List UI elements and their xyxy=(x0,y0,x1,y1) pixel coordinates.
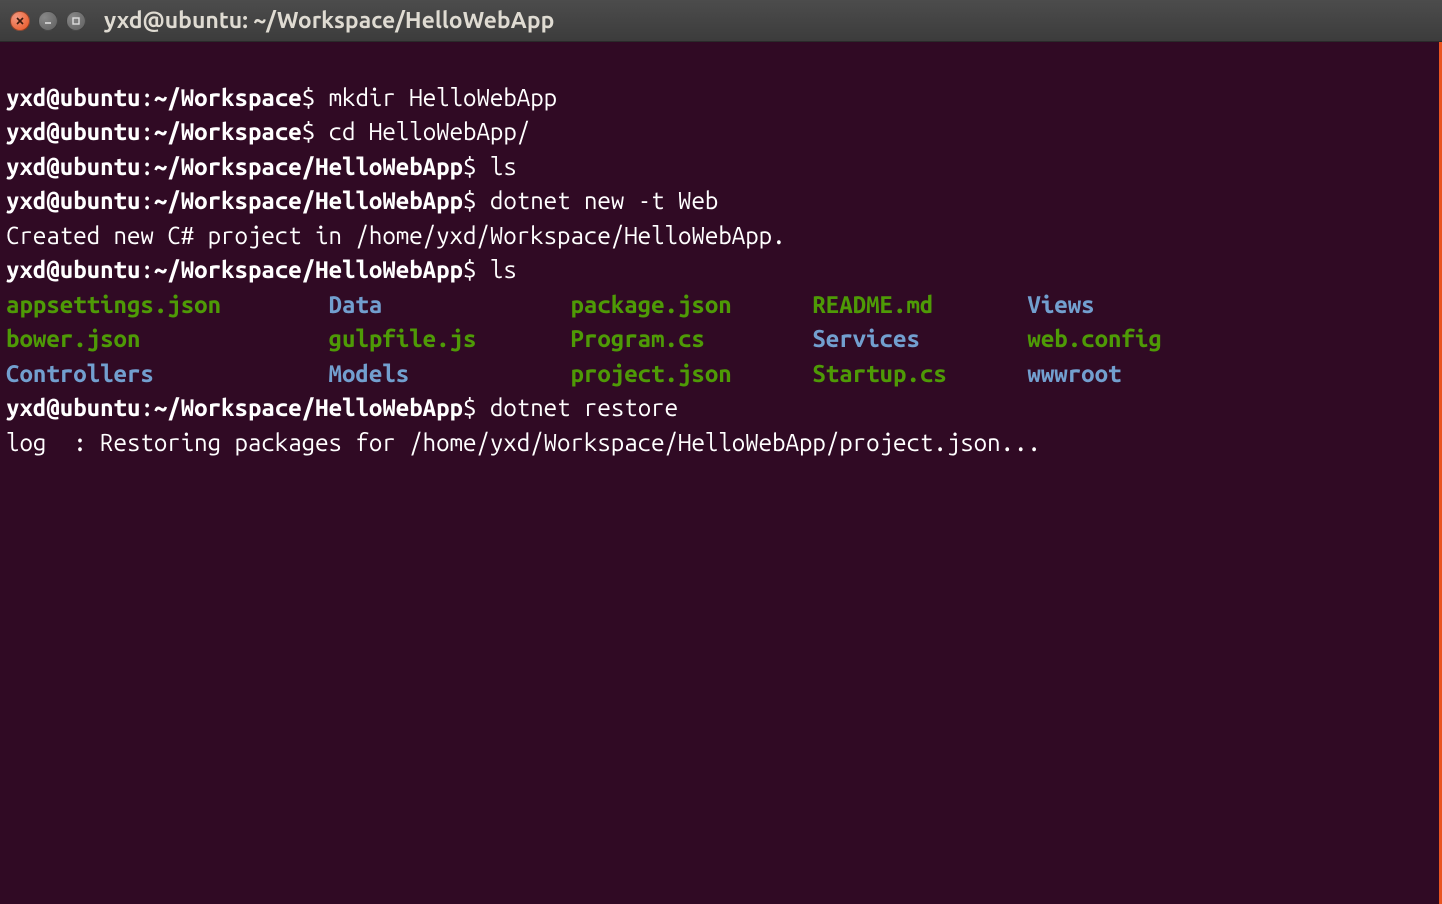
ls-row: appsettings.jsonDatapackage.jsonREADME.m… xyxy=(6,288,1433,323)
prompt-line: yxd@ubuntu:~/Workspace$ mkdir HelloWebAp… xyxy=(6,84,557,111)
prompt-userhost: yxd@ubuntu xyxy=(6,187,140,214)
prompt-userhost: yxd@ubuntu xyxy=(6,153,140,180)
prompt-path: ~/Workspace xyxy=(154,84,302,111)
ls-dir: Data xyxy=(329,288,571,323)
prompt-path: ~/Workspace/HelloWebApp xyxy=(154,256,463,283)
close-icon xyxy=(15,16,25,26)
maximize-icon xyxy=(71,16,81,26)
prompt-line: yxd@ubuntu:~/Workspace/HelloWebApp$ ls xyxy=(6,256,517,283)
ls-dir: Controllers xyxy=(6,357,329,392)
prompt-path: ~/Workspace/HelloWebApp xyxy=(154,187,463,214)
ls-row: ControllersModelsproject.jsonStartup.csw… xyxy=(6,357,1433,392)
window-controls xyxy=(10,11,86,31)
prompt-line: yxd@ubuntu:~/Workspace/HelloWebApp$ dotn… xyxy=(6,187,718,214)
prompt-userhost: yxd@ubuntu xyxy=(6,256,140,283)
command-text: dotnet restore xyxy=(490,394,678,421)
ls-dir: Services xyxy=(812,322,1027,357)
prompt-line: yxd@ubuntu:~/Workspace$ cd HelloWebApp/ xyxy=(6,118,530,145)
ls-row: bower.jsongulpfile.jsProgram.csServicesw… xyxy=(6,322,1433,357)
ls-file: project.json xyxy=(570,357,812,392)
prompt-userhost: yxd@ubuntu xyxy=(6,118,140,145)
prompt-line: yxd@ubuntu:~/Workspace/HelloWebApp$ dotn… xyxy=(6,394,678,421)
ls-dir: Models xyxy=(329,357,571,392)
close-button[interactable] xyxy=(10,11,30,31)
ls-dir: Views xyxy=(1027,288,1188,323)
ls-dir: wwwroot xyxy=(1027,357,1188,392)
command-text: mkdir HelloWebApp xyxy=(329,84,557,111)
ls-file: package.json xyxy=(570,288,812,323)
command-text: ls xyxy=(490,153,517,180)
prompt-line: yxd@ubuntu:~/Workspace/HelloWebApp$ ls xyxy=(6,153,517,180)
command-text: dotnet new -t Web xyxy=(490,187,718,214)
ls-file: Program.cs xyxy=(570,322,812,357)
terminal-body[interactable]: yxd@ubuntu:~/Workspace$ mkdir HelloWebAp… xyxy=(0,42,1442,904)
output-line: Created new C# project in /home/yxd/Work… xyxy=(6,222,786,249)
ls-file: Startup.cs xyxy=(812,357,1027,392)
prompt-path: ~/Workspace xyxy=(154,118,302,145)
ls-file: appsettings.json xyxy=(6,288,329,323)
titlebar: yxd@ubuntu: ~/Workspace/HelloWebApp xyxy=(0,0,1442,42)
minimize-button[interactable] xyxy=(38,11,58,31)
prompt-path: ~/Workspace/HelloWebApp xyxy=(154,153,463,180)
minimize-icon xyxy=(43,16,53,26)
window-title: yxd@ubuntu: ~/Workspace/HelloWebApp xyxy=(104,4,554,37)
prompt-userhost: yxd@ubuntu xyxy=(6,394,140,421)
ls-file: gulpfile.js xyxy=(329,322,571,357)
output-line: log : Restoring packages for /home/yxd/W… xyxy=(6,429,1041,456)
ls-file: README.md xyxy=(812,288,1027,323)
prompt-path: ~/Workspace/HelloWebApp xyxy=(154,394,463,421)
ls-file: web.config xyxy=(1027,322,1188,357)
ls-file: bower.json xyxy=(6,322,329,357)
command-text: ls xyxy=(490,256,517,283)
prompt-userhost: yxd@ubuntu xyxy=(6,84,140,111)
maximize-button[interactable] xyxy=(66,11,86,31)
command-text: cd HelloWebApp/ xyxy=(329,118,531,145)
